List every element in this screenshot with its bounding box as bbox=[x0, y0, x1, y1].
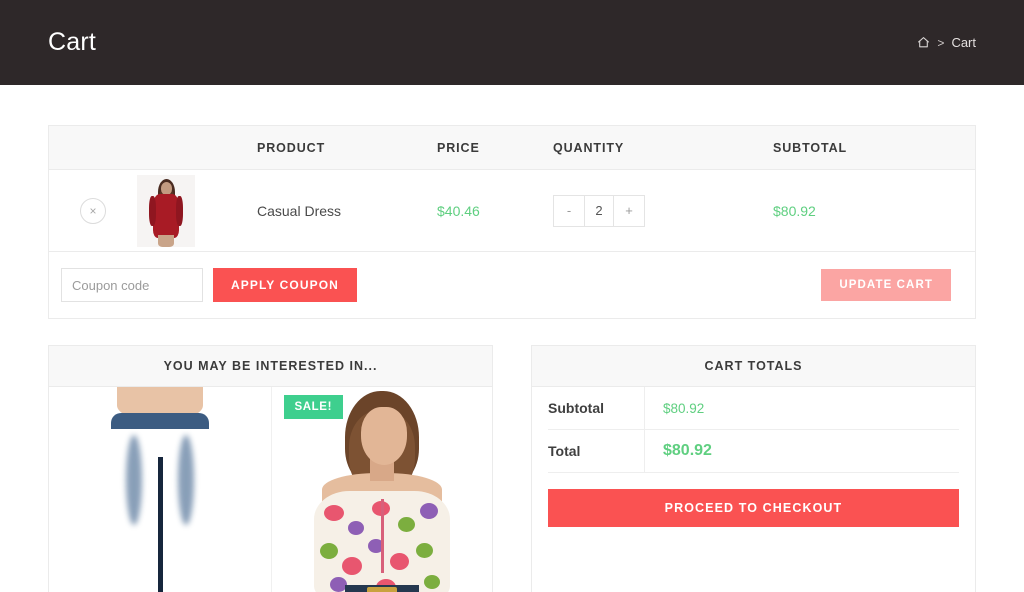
product-thumbnail-cell bbox=[137, 174, 257, 247]
product-price: $40.46 bbox=[437, 202, 480, 219]
upsell-product-floral-top[interactable]: SALE! bbox=[270, 387, 492, 592]
main-content: PRODUCT PRICE QUANTITY SUBTOTAL × Casual… bbox=[0, 85, 1024, 592]
remove-cell: × bbox=[49, 197, 137, 224]
cart-totals-panel: CART TOTALS Subtotal $80.92 Total $80.92… bbox=[531, 345, 976, 592]
coupon-input[interactable] bbox=[61, 268, 203, 302]
upsell-title: YOU MAY BE INTERESTED IN... bbox=[49, 346, 492, 387]
red-dress-thumbnail[interactable] bbox=[137, 174, 195, 247]
product-name[interactable]: Casual Dress bbox=[257, 203, 437, 219]
total-label: Total bbox=[548, 443, 581, 459]
cart-totals-title: CART TOTALS bbox=[532, 346, 975, 387]
totals-row-total: Total $80.92 bbox=[548, 430, 959, 473]
page-header: Cart > Cart bbox=[0, 0, 1024, 85]
header-quantity: QUANTITY bbox=[553, 140, 625, 155]
update-cart-button[interactable]: UPDATE CART bbox=[821, 269, 951, 301]
cart-table: PRODUCT PRICE QUANTITY SUBTOTAL × Casual… bbox=[48, 125, 976, 319]
apply-coupon-button[interactable]: APPLY COUPON bbox=[213, 268, 357, 302]
product-subtotal: $80.92 bbox=[773, 202, 816, 219]
cart-item-row: × Casual Dress $40.46 - 2 + $80.92 bbox=[49, 170, 975, 252]
total-value: $80.92 bbox=[644, 430, 959, 472]
header-subtotal: SUBTOTAL bbox=[773, 140, 848, 155]
quantity-cell: - 2 + bbox=[553, 194, 773, 227]
subtotal-value: $80.92 bbox=[644, 387, 959, 429]
lower-panels: YOU MAY BE INTERESTED IN... SALE! CART T… bbox=[48, 345, 976, 592]
proceed-to-checkout-button[interactable]: PROCEED TO CHECKOUT bbox=[548, 489, 959, 527]
coupon-row: APPLY COUPON UPDATE CART bbox=[49, 252, 975, 318]
checkout-button-wrap: PROCEED TO CHECKOUT bbox=[532, 473, 975, 543]
upsell-grid: SALE! bbox=[49, 387, 492, 592]
blue-skinny-jeans-image bbox=[49, 387, 271, 592]
cart-table-header-row: PRODUCT PRICE QUANTITY SUBTOTAL bbox=[49, 126, 975, 170]
header-product: PRODUCT bbox=[257, 140, 326, 155]
quantity-decrement-button[interactable]: - bbox=[554, 195, 584, 226]
quantity-stepper[interactable]: - 2 + bbox=[553, 194, 645, 227]
remove-item-button[interactable]: × bbox=[80, 197, 106, 224]
totals-row-subtotal: Subtotal $80.92 bbox=[548, 387, 959, 430]
breadcrumb-current[interactable]: Cart bbox=[951, 35, 976, 50]
quantity-value[interactable]: 2 bbox=[584, 195, 614, 226]
upsell-product-jeans[interactable] bbox=[49, 387, 271, 592]
header-price: PRICE bbox=[437, 140, 480, 155]
breadcrumb: > Cart bbox=[917, 35, 976, 50]
page-title: Cart bbox=[48, 28, 97, 56]
breadcrumb-separator: > bbox=[937, 35, 945, 50]
quantity-increment-button[interactable]: + bbox=[614, 195, 644, 226]
home-icon[interactable] bbox=[917, 36, 930, 49]
upsell-panel: YOU MAY BE INTERESTED IN... SALE! bbox=[48, 345, 493, 592]
subtotal-label: Subtotal bbox=[548, 400, 604, 416]
sale-badge: SALE! bbox=[283, 395, 343, 419]
